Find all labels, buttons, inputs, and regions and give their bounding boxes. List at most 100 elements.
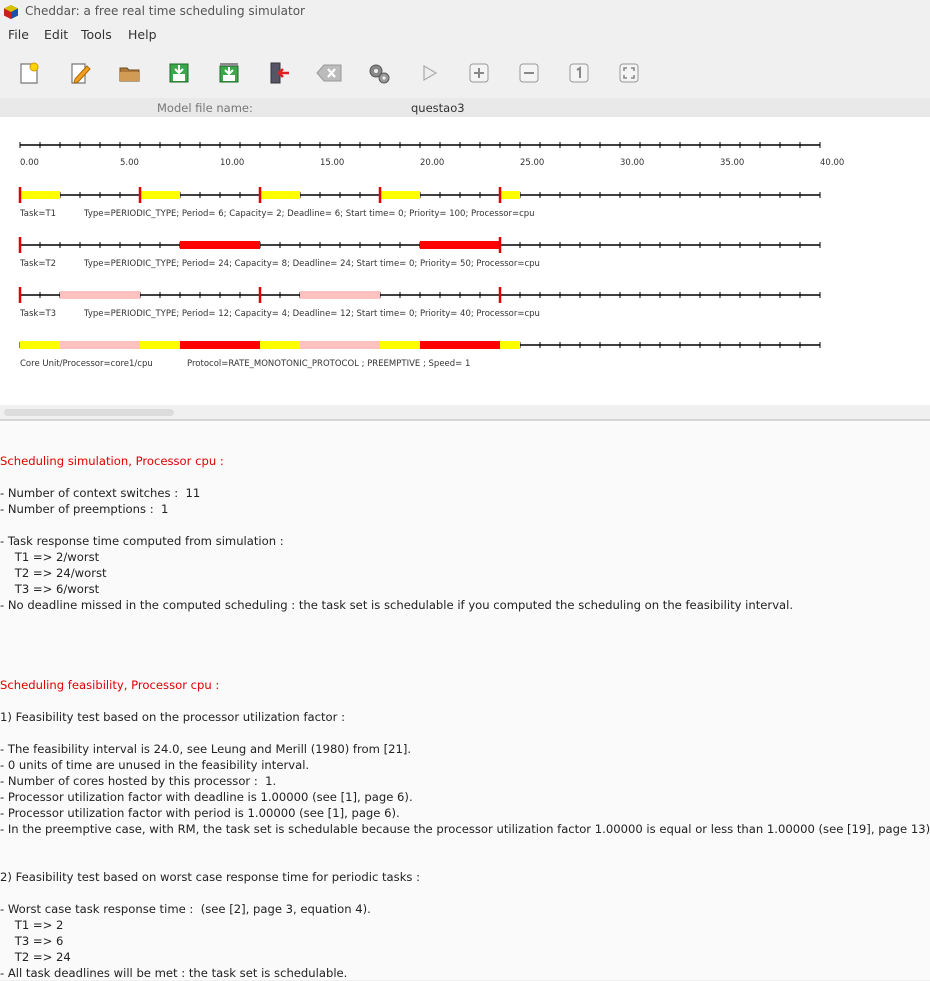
results-line: T1 => 2/worst <box>0 550 100 564</box>
results-line: - 0 units of time are unused in the feas… <box>0 758 310 772</box>
results-line: - The feasibility interval is 24.0, see … <box>0 742 412 756</box>
task-t2-name: Task=T2 <box>19 259 56 269</box>
results-line: 1) Feasibility test based on the process… <box>0 710 345 724</box>
open-button[interactable] <box>117 60 143 86</box>
task-t3-info: Type=PERIODIC_TYPE; Period= 12; Capacity… <box>83 309 540 319</box>
results-line: T2 => 24/worst <box>0 566 107 580</box>
results-line: - Number of context switches : 11 <box>0 486 201 500</box>
task-t3-execution-bar <box>300 291 380 299</box>
task-t1-execution-bar <box>140 191 180 199</box>
title-bar: Cheddar: a free real time scheduling sim… <box>0 0 930 23</box>
save-button[interactable] <box>166 60 192 86</box>
zoom-reset-button[interactable] <box>566 60 592 86</box>
axis-tick-label: 5.00 <box>120 158 139 168</box>
results-line: T3 => 6 <box>0 934 64 948</box>
zoom-in-button[interactable] <box>466 60 492 86</box>
run-icon <box>423 64 438 82</box>
menu-edit[interactable]: Edit <box>44 27 68 42</box>
menu-tools[interactable]: Tools <box>81 27 112 42</box>
axis-tick-label: 30.00 <box>620 158 644 168</box>
cheddar-app-icon <box>4 5 18 19</box>
results-line: - All task deadlines will be met : the t… <box>0 966 348 980</box>
processor-t2-bar <box>420 341 500 349</box>
menu-bar: File Edit Tools Help <box>0 23 930 46</box>
processor-t1-bar <box>20 341 60 349</box>
results-line: T1 => 2 <box>0 918 64 932</box>
zoom-out-icon <box>519 63 539 83</box>
settings-gears-icon <box>369 64 390 84</box>
delete-button[interactable] <box>316 60 342 86</box>
window-title: Cheddar: a free real time scheduling sim… <box>25 4 305 18</box>
zoom-in-icon <box>469 63 489 83</box>
axis-tick-label: 0.00 <box>20 158 39 168</box>
task-t1-execution-bar <box>20 191 60 199</box>
save-icon <box>169 63 189 83</box>
save-as-button[interactable] <box>216 60 242 86</box>
task-t2-execution-bar <box>420 241 500 249</box>
scrollbar-thumb[interactable] <box>4 409 174 416</box>
time-axis: 0.00 5.00 10.00 15.00 20.00 25.00 30.00 35.00 40… <box>20 158 844 168</box>
processor-name: Core Unit/Processor=core1/cpu <box>20 359 153 369</box>
model-file-value: questao3 <box>411 101 465 115</box>
exit-button[interactable] <box>266 60 292 86</box>
task-t1-execution-bar <box>500 191 520 199</box>
edit-icon <box>71 63 91 84</box>
task-t2-execution-bar <box>180 241 260 249</box>
results-line: 2) Feasibility test based on worst case … <box>0 870 421 884</box>
gantt-horizontal-scrollbar[interactable] <box>0 405 930 419</box>
task-t1-execution-bar <box>260 191 300 199</box>
axis-tick-label: 15.00 <box>320 158 344 168</box>
menu-file[interactable]: File <box>8 27 29 42</box>
axis-tick-label: 20.00 <box>420 158 444 168</box>
new-file-button[interactable] <box>16 60 42 86</box>
task-t1-info: Type=PERIODIC_TYPE; Period= 6; Capacity=… <box>83 209 535 219</box>
zoom-reset-icon <box>569 63 589 83</box>
edit-button[interactable] <box>67 60 93 86</box>
processor-t1-bar <box>140 341 180 349</box>
processor-t2-bar <box>180 341 260 349</box>
gantt-svg: 0.00 5.00 10.00 15.00 20.00 25.00 30.00 35.00 40… <box>18 142 844 369</box>
delete-icon <box>316 64 342 82</box>
task-t1-name: Task=T1 <box>19 209 56 219</box>
task-t1-execution-bar <box>380 191 420 199</box>
task-t2-info: Type=PERIODIC_TYPE; Period= 24; Capacity… <box>83 259 540 269</box>
processor-info: Protocol=RATE_MONOTONIC_PROTOCOL ; PREEM… <box>187 359 470 369</box>
results-line: - Processor utilization factor with dead… <box>0 790 413 804</box>
results-line: T3 => 6/worst <box>0 582 100 596</box>
zoom-out-button[interactable] <box>516 60 542 86</box>
axis-tick-label: 40.00 <box>820 158 844 168</box>
results-line: - Number of preemptions : 1 <box>0 502 169 516</box>
results-text-area[interactable]: Scheduling simulation, Processor cpu : - … <box>0 421 930 980</box>
axis-tick-label: 35.00 <box>720 158 744 168</box>
results-line: - Task response time computed from simul… <box>0 534 284 548</box>
results-line: - Worst case task response time : (see [… <box>0 902 371 916</box>
fit-view-icon <box>619 63 639 83</box>
processor-t1-bar <box>500 341 520 349</box>
save-as-icon <box>219 63 239 83</box>
fit-view-button[interactable] <box>616 60 642 86</box>
toolbar <box>0 52 930 96</box>
processor-t1-bar <box>260 341 300 349</box>
task-t3-name: Task=T3 <box>19 309 56 319</box>
new-file-icon <box>20 62 39 84</box>
menu-help[interactable]: Help <box>128 27 157 42</box>
results-line: T2 => 24 <box>0 950 71 964</box>
scheduling-gantt-chart: 0.00 5.00 10.00 15.00 20.00 25.00 30.00 35.00 40… <box>0 117 930 405</box>
open-folder-icon <box>119 67 140 82</box>
processor-t1-bar <box>380 341 420 349</box>
settings-button[interactable] <box>366 60 392 86</box>
results-section-heading: Scheduling simulation, Processor cpu : <box>0 454 224 468</box>
results-line: - In the preemptive case, with RM, the t… <box>0 822 930 836</box>
results-section-heading: Scheduling feasibility, Processor cpu : <box>0 678 220 692</box>
axis-tick-label: 25.00 <box>520 158 544 168</box>
processor-t3-bar <box>60 341 140 349</box>
run-button[interactable] <box>416 60 442 86</box>
model-file-bar: Model file name: questao3 <box>0 98 930 117</box>
processor-t3-bar <box>300 341 380 349</box>
axis-tick-label: 10.00 <box>220 158 244 168</box>
model-file-label: Model file name: <box>157 101 253 115</box>
results-line: - No deadline missed in the computed sch… <box>0 598 794 612</box>
exit-icon <box>270 62 289 84</box>
task-t3-execution-bar <box>60 291 140 299</box>
results-line: - Processor utilization factor with peri… <box>0 806 400 820</box>
